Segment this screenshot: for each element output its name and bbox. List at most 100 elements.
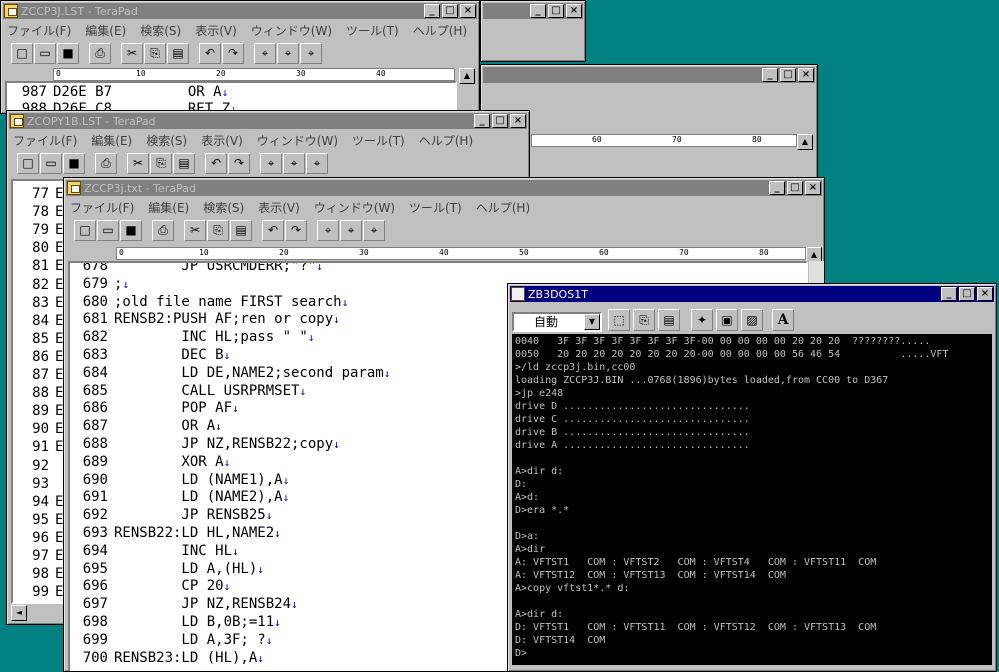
maximize-button[interactable]: □ [780,68,796,82]
hscroll-left-button[interactable]: ◄ [11,605,27,621]
font-button[interactable]: A [772,309,794,331]
window-titlebar[interactable]: ZCOPY1B.LST - TeraPad _ □ × [9,113,527,129]
copy-button[interactable]: ⎘ [144,42,166,64]
properties-button[interactable]: ▣ [716,309,738,331]
minimize-button[interactable]: _ [769,181,785,195]
editor[interactable]: 77E↓78E↓79E↓80E↓81E↓82E↓83E↓84E↓85E↓86E↓… [11,179,71,604]
menu-item[interactable]: 検索(S) [203,199,244,216]
paste-button[interactable]: ▤ [658,309,680,331]
copy-button[interactable]: ⎘ [207,219,229,241]
open-button[interactable]: ▭ [34,42,56,64]
menu-item[interactable]: ツール(T) [409,199,462,216]
menu-item[interactable]: ウィンドウ(W) [257,132,338,149]
minimize-button[interactable]: _ [762,68,778,82]
menu-item[interactable]: 表示(V) [258,199,300,216]
paste-button[interactable]: ▤ [167,42,189,64]
menu-item[interactable]: 表示(V) [195,22,237,39]
undo-button[interactable]: ↶ [262,219,284,241]
copy-button[interactable]: ⎘ [633,309,655,331]
find-button[interactable]: ⌖ [260,152,282,174]
undo-button[interactable]: ↶ [199,42,221,64]
menu-item[interactable]: ファイル(F) [13,132,77,149]
window-zb3dos1t[interactable]: ZB3DOS1T _ □ × 自動 ▼ ⬚ ⎘ ▤ ✦ ▣ ▨ A 0040 3F 3F 3… [507,283,997,672]
font-size-select[interactable]: 自動 ▼ [512,312,602,332]
find-button[interactable]: ⌖ [254,42,276,64]
menu-item[interactable]: ツール(T) [346,22,399,39]
maximize-button[interactable]: □ [492,114,508,128]
maximize-button[interactable]: □ [959,287,975,301]
close-button[interactable]: × [805,181,821,195]
menu-item[interactable]: ヘルプ(H) [413,22,467,39]
open-button[interactable]: ▭ [40,152,62,174]
console-output[interactable]: 0040 3F 3F 3F 3F 3F 3F 3F 3F-00 00 00 00… [512,334,992,665]
redo-button[interactable]: ↷ [285,219,307,241]
window-zccp3j-lst-titlebar[interactable]: ZCCP3J.LST - TeraPad _ □ × [3,3,477,19]
find-prev-button[interactable]: ⌖ [306,152,328,174]
find-next-button[interactable]: ⌖ [283,152,305,174]
paste-button[interactable]: ▤ [173,152,195,174]
menu-item[interactable]: 表示(V) [201,132,243,149]
print-button[interactable]: ⎙ [152,219,174,241]
find-prev-button[interactable]: ⌖ [300,42,322,64]
undo-button[interactable]: ↶ [205,152,227,174]
window-titlebar[interactable]: _ □ × [483,3,583,19]
maximize-button[interactable]: □ [442,4,458,18]
maximize-button[interactable]: □ [787,181,803,195]
chevron-down-icon[interactable]: ▼ [584,314,600,330]
window-titlebar[interactable]: ZCCP3j.txt - TeraPad _ □ × [66,180,822,196]
new-button[interactable]: □ [74,219,96,241]
menu-item[interactable]: ファイル(F) [70,199,134,216]
menu-item[interactable]: 編集(E) [85,22,126,39]
menu-item[interactable]: 検索(S) [140,22,181,39]
cut-button[interactable]: ✂ [184,219,206,241]
minimize-button[interactable]: _ [474,114,490,128]
close-button[interactable]: × [798,68,814,82]
minimize-button[interactable]: _ [530,4,546,18]
menu-item[interactable]: ウィンドウ(W) [314,199,395,216]
menu-item[interactable]: 検索(S) [146,132,187,149]
new-button[interactable]: □ [17,152,39,174]
window-titlebar[interactable]: ZB3DOS1T _ □ × [510,286,994,302]
new-button[interactable]: □ [11,42,33,64]
menu-item[interactable]: 編集(E) [91,132,132,149]
open-button[interactable]: ▭ [97,219,119,241]
close-button[interactable]: × [510,114,526,128]
find-next-button[interactable]: ⌖ [340,219,362,241]
window-background-editor[interactable]: _ □ × 60 70 80 ▲ [480,64,818,184]
maximize-button[interactable]: □ [548,4,564,18]
minimize-button[interactable]: _ [424,4,440,18]
print-button[interactable]: ⎙ [95,152,117,174]
menu-item[interactable]: 編集(E) [148,199,189,216]
close-button[interactable]: × [460,4,476,18]
find-button[interactable]: ⌖ [317,219,339,241]
menu-item[interactable]: ヘルプ(H) [419,132,473,149]
background-button[interactable]: ▨ [741,309,763,331]
mark-button[interactable]: ⬚ [608,309,630,331]
save-button[interactable]: ■ [120,219,142,241]
scroll-up-button[interactable]: ▲ [797,134,813,150]
save-button[interactable]: ■ [63,152,85,174]
close-button[interactable]: × [566,4,582,18]
menu-item[interactable]: ファイル(F) [7,22,71,39]
fullscreen-button[interactable]: ✦ [691,309,713,331]
save-button[interactable]: ■ [57,42,79,64]
find-next-button[interactable]: ⌖ [277,42,299,64]
menu-item[interactable]: ツール(T) [352,132,405,149]
redo-button[interactable]: ↷ [222,42,244,64]
scroll-up-button[interactable]: ▲ [459,68,475,84]
find-prev-button[interactable]: ⌖ [363,219,385,241]
close-button[interactable]: × [977,287,993,301]
menu-item[interactable]: ウィンドウ(W) [251,22,332,39]
copy-button[interactable]: ⎘ [150,152,172,174]
print-button[interactable]: ⎙ [89,42,111,64]
window-zccp3j-lst[interactable]: ZCCP3J.LST - TeraPad _ □ × ファイル(F) 編集(E) 検… [0,0,480,114]
redo-button[interactable]: ↷ [228,152,250,174]
minimize-button[interactable]: _ [941,287,957,301]
menu-item[interactable]: ヘルプ(H) [476,199,530,216]
cut-button[interactable]: ✂ [127,152,149,174]
cut-button[interactable]: ✂ [121,42,143,64]
window-titlebar[interactable]: _ □ × [483,67,815,83]
window-zccp3j-lst-2[interactable]: _ □ × [480,0,586,62]
paste-button[interactable]: ▤ [230,219,252,241]
code-line: 691 LD (NAME2),A↓ [70,488,290,506]
